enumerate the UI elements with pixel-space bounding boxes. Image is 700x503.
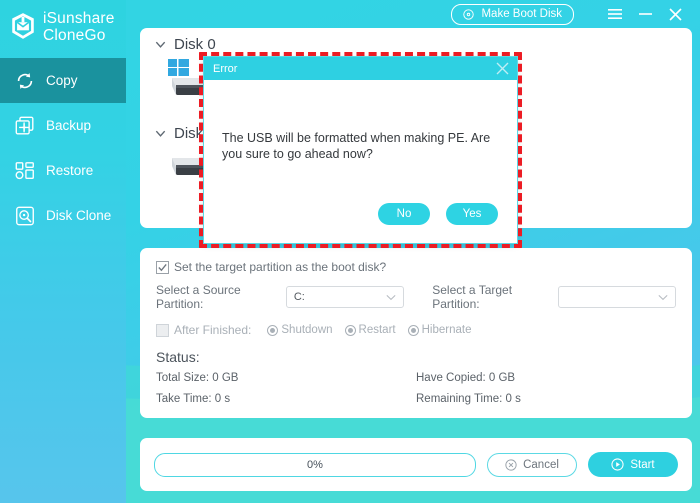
check-icon	[158, 263, 167, 271]
refresh-copy-icon	[17, 72, 33, 89]
radio-label: Restart	[358, 324, 396, 336]
stat-total-size: Total Size: 0 GB	[156, 372, 239, 384]
shield-logo-icon	[12, 13, 34, 39]
stat-have-copied: Have Copied: 0 GB	[416, 372, 516, 384]
progress-bar: 0%	[154, 452, 476, 477]
radio-hibernate[interactable]: Hibernate	[407, 324, 472, 336]
make-boot-disk-button[interactable]: Make Boot Disk	[451, 3, 574, 25]
restore-grid-icon	[15, 161, 34, 179]
progress-label: 0%	[307, 458, 323, 471]
error-dialog-message: The USB will be formatted when making PE…	[222, 131, 491, 161]
sidebar-item-copy[interactable]: Copy	[0, 58, 126, 103]
cancel-button[interactable]: Cancel	[487, 452, 577, 477]
brand-text: iSunshare CloneGo	[43, 10, 115, 44]
stat-take-time: Take Time: 0 s	[156, 393, 231, 405]
brand: iSunshare CloneGo	[0, 0, 126, 44]
target-partition-label: Select a Target Partition:	[432, 283, 513, 311]
error-dialog-buttons: No Yes	[204, 203, 517, 225]
radio-dot-icon	[407, 324, 419, 336]
chevron-down-icon	[155, 130, 166, 137]
settings-panel: Set the target partition as the boot dis…	[140, 248, 692, 418]
source-partition-select[interactable]: C:	[285, 286, 405, 308]
hamburger-menu-icon[interactable]	[600, 1, 630, 27]
sidebar-item-restore[interactable]: Restore	[0, 148, 126, 193]
disc-icon	[463, 8, 475, 20]
make-boot-disk-label: Make Boot Disk	[481, 8, 562, 20]
titlebar: Make Boot Disk	[126, 0, 700, 28]
chevron-down-icon	[155, 41, 166, 48]
disk-0-header[interactable]: Disk 0	[140, 28, 692, 53]
cancel-circle-icon	[505, 458, 517, 471]
after-finished-row: After Finished: Shutdown Restart Hiberna…	[156, 323, 676, 337]
disk-clone-icon	[16, 206, 34, 225]
status-title: Status:	[156, 349, 200, 365]
after-finished-label: After Finished:	[174, 323, 252, 337]
play-circle-icon	[611, 458, 624, 471]
sidebar-item-disk-clone[interactable]: Disk Clone	[0, 193, 126, 238]
error-dialog: Error The USB will be formatted when mak…	[199, 52, 522, 248]
after-finished-checkbox[interactable]	[156, 323, 169, 337]
sidebar-item-label: Backup	[46, 118, 92, 133]
chevron-down-icon	[658, 294, 668, 300]
close-icon[interactable]	[660, 1, 690, 27]
target-partition-select[interactable]	[557, 286, 676, 308]
radio-label: Shutdown	[281, 324, 333, 336]
brand-line-2: CloneGo	[43, 27, 106, 44]
sidebar-item-label: Restore	[46, 163, 94, 178]
after-finished-options: Shutdown Restart Hibernate	[267, 324, 471, 336]
chevron-down-icon	[386, 294, 396, 300]
status-grid: Total Size: 0 GB Have Copied: 0 GB Take …	[156, 372, 676, 414]
sidebar-item-backup[interactable]: Backup	[0, 103, 126, 148]
source-partition-value: C:	[293, 291, 305, 303]
cancel-label: Cancel	[523, 458, 559, 471]
dialog-yes-button[interactable]: Yes	[446, 203, 498, 225]
source-partition-label: Select a Source Partition:	[156, 283, 241, 311]
radio-dot-icon	[344, 324, 356, 336]
dialog-no-button[interactable]: No	[378, 203, 430, 225]
radio-dot-icon	[267, 324, 279, 336]
error-dialog-body: Error The USB will be formatted when mak…	[203, 56, 518, 244]
error-dialog-title: Error	[213, 62, 238, 75]
sidebar-item-label: Disk Clone	[46, 208, 112, 223]
stat-remaining-time: Remaining Time: 0 s	[416, 393, 521, 405]
brand-line-1: iSunshare	[43, 10, 115, 27]
sidebar: iSunshare CloneGo Copy Backup Restore Di…	[0, 0, 126, 503]
radio-label: Hibernate	[421, 324, 472, 336]
close-icon[interactable]	[493, 60, 511, 78]
sidebar-item-label: Copy	[46, 73, 78, 88]
radio-restart[interactable]: Restart	[344, 324, 396, 336]
disk-label: Disk 0	[174, 36, 216, 53]
backup-stack-icon	[15, 116, 34, 134]
partition-selectors-row: Select a Source Partition: C: Select a T…	[156, 283, 676, 311]
action-panel: 0% Cancel Start	[140, 438, 692, 491]
boot-disk-checkbox[interactable]	[156, 260, 169, 274]
boot-disk-checkbox-label: Set the target partition as the boot dis…	[174, 260, 387, 274]
boot-disk-checkbox-row: Set the target partition as the boot dis…	[156, 260, 676, 274]
sidebar-nav: Copy Backup Restore Disk Clone	[0, 58, 126, 238]
error-dialog-titlebar: Error	[204, 57, 517, 80]
minimize-icon[interactable]	[630, 1, 660, 27]
start-button[interactable]: Start	[588, 452, 678, 477]
app-window: iSunshare CloneGo Copy Backup Restore Di…	[0, 0, 700, 503]
start-label: Start	[630, 458, 655, 471]
radio-shutdown[interactable]: Shutdown	[267, 324, 333, 336]
